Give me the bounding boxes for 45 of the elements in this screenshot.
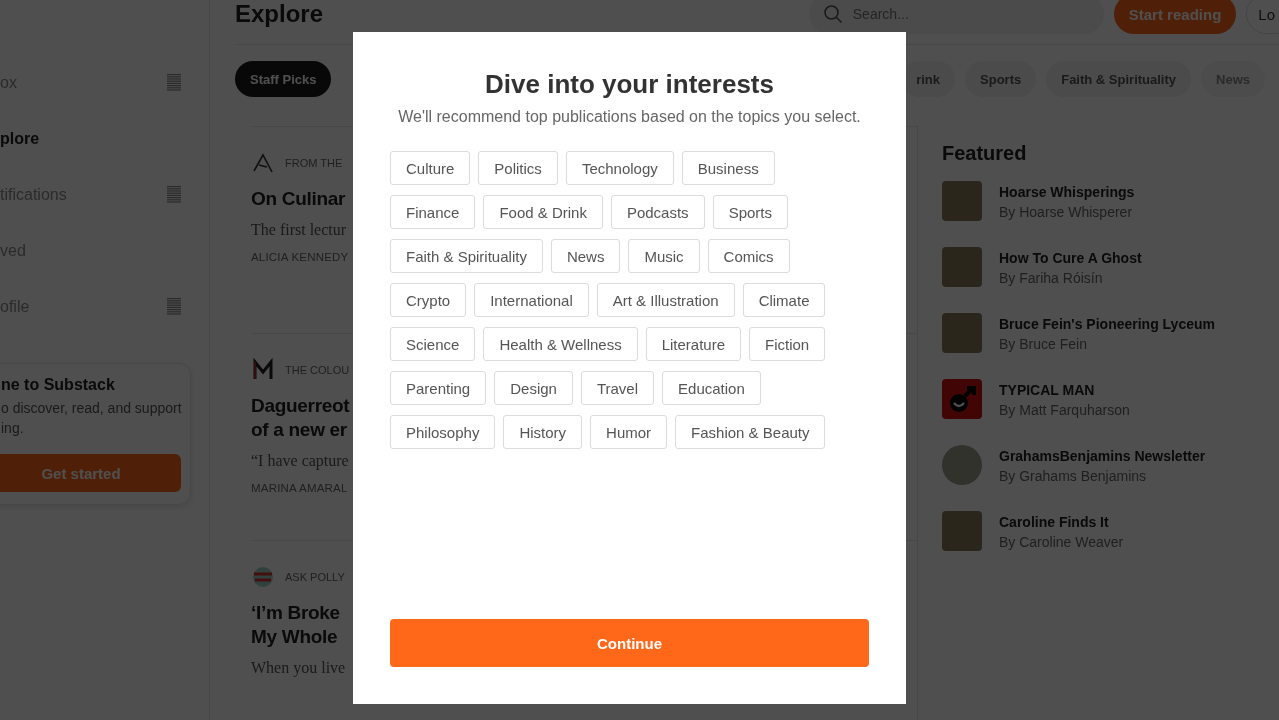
topic-chip[interactable]: Science (390, 327, 476, 361)
section-title: Featured (942, 142, 1028, 165)
topic-chip[interactable]: Literature (645, 327, 742, 361)
topic-chip[interactable]: Culture (390, 151, 471, 185)
topic-chip[interactable]: Finance (390, 195, 476, 229)
topic-chip[interactable]: Business (681, 151, 775, 185)
logo-icon (942, 379, 982, 419)
topic-chip[interactable]: Climate (742, 283, 826, 317)
topic-chip[interactable]: Technology (565, 151, 674, 185)
topic-chip[interactable]: Faith & Spirituality (390, 239, 543, 273)
topic-chip[interactable]: Travel (580, 371, 655, 405)
photo-placeholder (942, 313, 982, 353)
topic-chip[interactable]: Humor (590, 415, 668, 449)
topic-chip[interactable]: Sports (712, 195, 788, 229)
topic-chip[interactable]: Politics (478, 151, 558, 185)
search-icon (822, 4, 843, 24)
topic-chip[interactable]: News (550, 239, 621, 273)
card-title: ne to Substack (1, 376, 116, 394)
topic-chip[interactable]: Food & Drink (483, 195, 603, 229)
topic-chip[interactable]: Education (662, 371, 761, 405)
photo-placeholder (942, 247, 982, 287)
dialog-title: Dive into your interests (484, 69, 775, 100)
topic-chip[interactable]: Health & Wellness (483, 327, 638, 361)
topic-chip[interactable]: Comics (707, 239, 790, 273)
logo-icon (251, 358, 275, 382)
dialog-subtitle: We'll recommend top publications based on the topics you select. (397, 108, 862, 126)
list-icon (167, 298, 181, 316)
photo-placeholder (942, 181, 982, 221)
logo-icon (251, 565, 275, 589)
topic-chip[interactable]: Fiction (749, 327, 826, 361)
list-icon (167, 186, 181, 204)
photo-placeholder (942, 511, 982, 551)
topic-chip[interactable]: Design (494, 371, 573, 405)
topic-chip[interactable]: Parenting (390, 371, 487, 405)
topic-chip[interactable]: Podcasts (610, 195, 705, 229)
topic-chip[interactable]: Crypto (390, 283, 467, 317)
topic-chip[interactable]: International (474, 283, 589, 317)
page-title: Explore (235, 0, 324, 28)
avatar-placeholder (942, 445, 982, 485)
topic-chip[interactable]: Fashion & Beauty (675, 415, 826, 449)
topic-chip[interactable]: Philosophy (390, 415, 496, 449)
topic-chip[interactable]: Music (628, 239, 700, 273)
topic-chip[interactable]: Art & Illustration (596, 283, 735, 317)
topic-chip[interactable]: History (503, 415, 583, 449)
list-icon (167, 74, 181, 92)
